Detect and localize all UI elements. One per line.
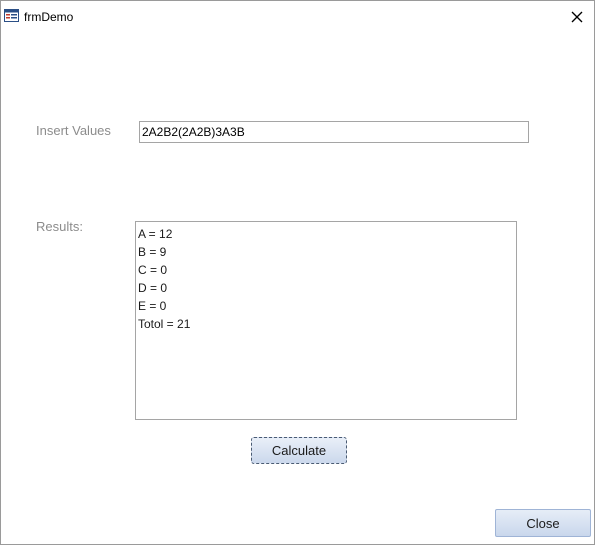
result-line-d: D = 0 [138,281,168,295]
calculate-button[interactable]: Calculate [251,437,347,464]
form-window: frmDemo Insert Values Results: A = 12 B … [0,0,595,545]
title-bar: frmDemo [1,1,594,32]
result-line-c: C = 0 [138,263,168,277]
results-label: Results: [36,219,83,234]
result-line-a: A = 12 [138,227,173,241]
results-textbox[interactable]: A = 12 B = 9 C = 0 D = 0 E = 0 Totol = 2… [135,221,517,420]
insert-values-input[interactable] [139,121,529,143]
result-line-total: Totol = 21 [138,317,191,331]
result-line-e: E = 0 [138,299,167,313]
close-button[interactable]: Close [495,509,591,537]
insert-values-label: Insert Values [36,123,111,138]
window-title: frmDemo [24,10,74,24]
result-line-b: B = 9 [138,245,167,259]
close-x-icon[interactable] [567,7,587,27]
form-icon [4,9,19,22]
